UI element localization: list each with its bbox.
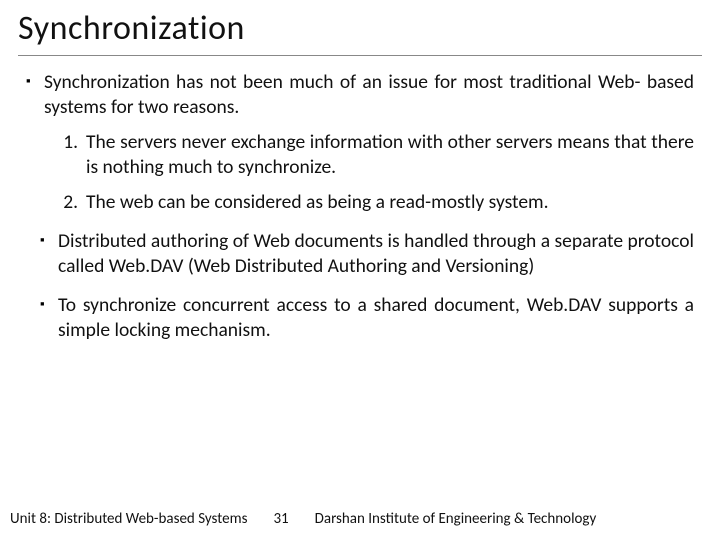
bullet-icon: ▪ — [26, 70, 44, 120]
numbered-item: 1. The servers never exchange informatio… — [60, 130, 694, 180]
numbered-text: The servers never exchange information w… — [86, 130, 694, 180]
bullet-text: To synchronize concurrent access to a sh… — [58, 293, 694, 343]
bullet-item: ▪ Synchronization has not been much of a… — [26, 70, 694, 120]
bullet-text: Synchronization has not been much of an … — [44, 70, 694, 120]
number-label: 2. — [60, 190, 86, 215]
footer-page-number: 31 — [273, 510, 288, 528]
slide-title: Synchronization — [18, 8, 702, 49]
footer-right: Darshan Institute of Engineering & Techn… — [315, 510, 702, 528]
numbered-item: 2. The web can be considered as being a … — [60, 190, 694, 215]
bullet-icon: ▪ — [40, 293, 58, 343]
bullet-item: ▪ Distributed authoring of Web documents… — [40, 229, 694, 279]
footer: Unit 8: Distributed Web-based Systems 31… — [0, 502, 720, 540]
title-rule — [18, 55, 702, 56]
title-wrap: Synchronization — [0, 0, 720, 53]
slide: Synchronization ▪ Synchronization has no… — [0, 0, 720, 540]
content-area: ▪ Synchronization has not been much of a… — [0, 62, 720, 502]
numbered-text: The web can be considered as being a rea… — [86, 190, 694, 215]
bullet-item: ▪ To synchronize concurrent access to a … — [40, 293, 694, 343]
bullet-text: Distributed authoring of Web documents i… — [58, 229, 694, 279]
number-label: 1. — [60, 130, 86, 180]
footer-left: Unit 8: Distributed Web-based Systems — [10, 510, 247, 528]
bullet-icon: ▪ — [40, 229, 58, 279]
